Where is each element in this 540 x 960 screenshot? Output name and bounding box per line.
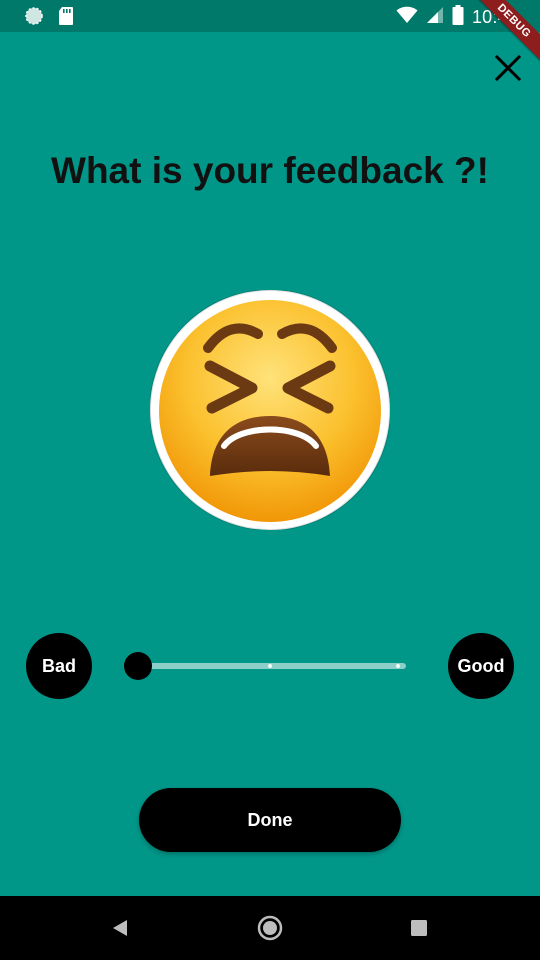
done-button-label: Done [247,809,293,830]
recents-button[interactable] [405,914,433,942]
wifi-icon [396,6,418,29]
back-icon [113,920,127,936]
good-label-text: Good [457,655,505,676]
done-button[interactable]: Done [139,788,401,852]
slider-thumb[interactable] [124,652,152,680]
bad-label-text: Bad [41,655,76,676]
feedback-screen: 10:40 DEBUG What is your feedback ?! Bad… [0,0,540,960]
sd-card-icon [58,6,74,31]
bad-label: Bad [26,633,92,699]
sync-icon [24,6,44,31]
home-icon [257,915,283,941]
status-bar: 10:40 DEBUG [0,0,540,77]
signal-icon [426,6,444,29]
recents-icon [411,920,427,936]
good-label: Good [448,633,514,699]
battery-icon [452,5,464,30]
slider-tick-mid [268,664,272,668]
page-title: What is your feedback ?! [51,150,489,191]
emoji-image [149,289,391,531]
slider-tick-end [396,664,400,668]
close-icon [494,54,522,82]
back-button[interactable] [107,914,135,942]
status-left [24,6,74,31]
slider-track [138,663,406,669]
tired-face-emoji [149,289,391,531]
navigation-bar [0,896,540,960]
feedback-slider[interactable] [124,652,414,680]
home-button[interactable] [256,914,284,942]
close-button[interactable] [494,54,522,82]
